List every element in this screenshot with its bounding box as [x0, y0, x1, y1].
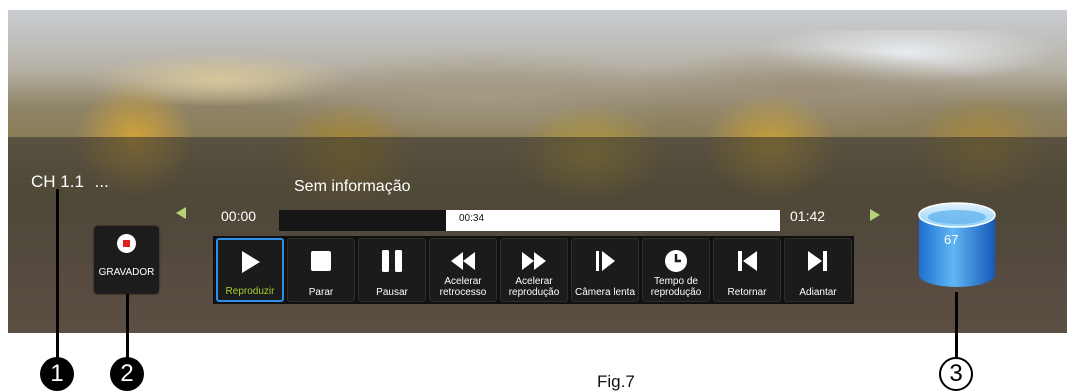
figure-caption: Fig.7	[597, 372, 635, 391]
callout-line-1	[56, 189, 59, 359]
slow-motion-icon	[596, 251, 615, 271]
record-button[interactable]: GRAVADOR	[94, 226, 159, 294]
pause-label: Pausar	[376, 287, 408, 298]
progress-fill	[279, 210, 446, 231]
previous-label: Retornar	[727, 287, 767, 298]
skip-forward-icon	[808, 251, 827, 271]
record-label: GRAVADOR	[98, 267, 155, 278]
slow-motion-button[interactable]: Câmera lenta	[571, 238, 639, 302]
slow-motion-label: Câmera lenta	[574, 287, 636, 298]
arrow-right-icon[interactable]	[870, 209, 880, 221]
play-icon	[242, 251, 260, 273]
current-time: 00:34	[459, 213, 485, 224]
callout-marker-1: 1	[40, 357, 74, 391]
channel-label: CH 1.1 ...	[31, 172, 109, 192]
pause-icon	[382, 250, 402, 272]
next-label: Adiantar	[799, 287, 837, 298]
play-label: Reproduzir	[225, 286, 275, 297]
stop-icon	[311, 251, 331, 271]
rewind-icon	[451, 252, 475, 270]
arrow-left-icon[interactable]	[176, 207, 186, 219]
record-icon	[117, 234, 136, 253]
callout-marker-2: 2	[110, 357, 144, 391]
pause-button[interactable]: Pausar	[358, 238, 426, 302]
callout-line-3	[955, 292, 958, 359]
clock-icon	[665, 250, 687, 272]
next-button[interactable]: Adiantar	[784, 238, 852, 302]
previous-button[interactable]: Retornar	[713, 238, 781, 302]
start-time: 00:00	[221, 208, 257, 224]
play-button[interactable]: Reproduzir	[216, 238, 284, 302]
program-title: Sem informação	[294, 178, 411, 195]
skip-back-icon	[738, 251, 757, 271]
playback-controls: Reproduzir Parar Pausar Acelerar retroce…	[213, 236, 854, 304]
progress-bar[interactable]: 00:34	[279, 210, 780, 231]
rewind-button[interactable]: Acelerar retrocesso	[429, 238, 497, 302]
channel-more: ...	[94, 172, 109, 191]
callout-line-2	[126, 294, 129, 359]
storage-value: 67	[944, 232, 959, 247]
fast-forward-icon	[522, 252, 546, 270]
play-time-label: Tempo de reprodução	[650, 276, 702, 298]
storage-indicator: 67	[915, 199, 999, 291]
callout-marker-3: 3	[939, 357, 973, 391]
stop-label: Parar	[308, 287, 334, 298]
rewind-label: Acelerar retrocesso	[439, 276, 487, 298]
end-time: 01:42	[790, 208, 826, 224]
fast-forward-label: Acelerar reprodução	[508, 276, 560, 298]
stop-button[interactable]: Parar	[287, 238, 355, 302]
fast-forward-button[interactable]: Acelerar reprodução	[500, 238, 568, 302]
play-time-button[interactable]: Tempo de reprodução	[642, 238, 710, 302]
